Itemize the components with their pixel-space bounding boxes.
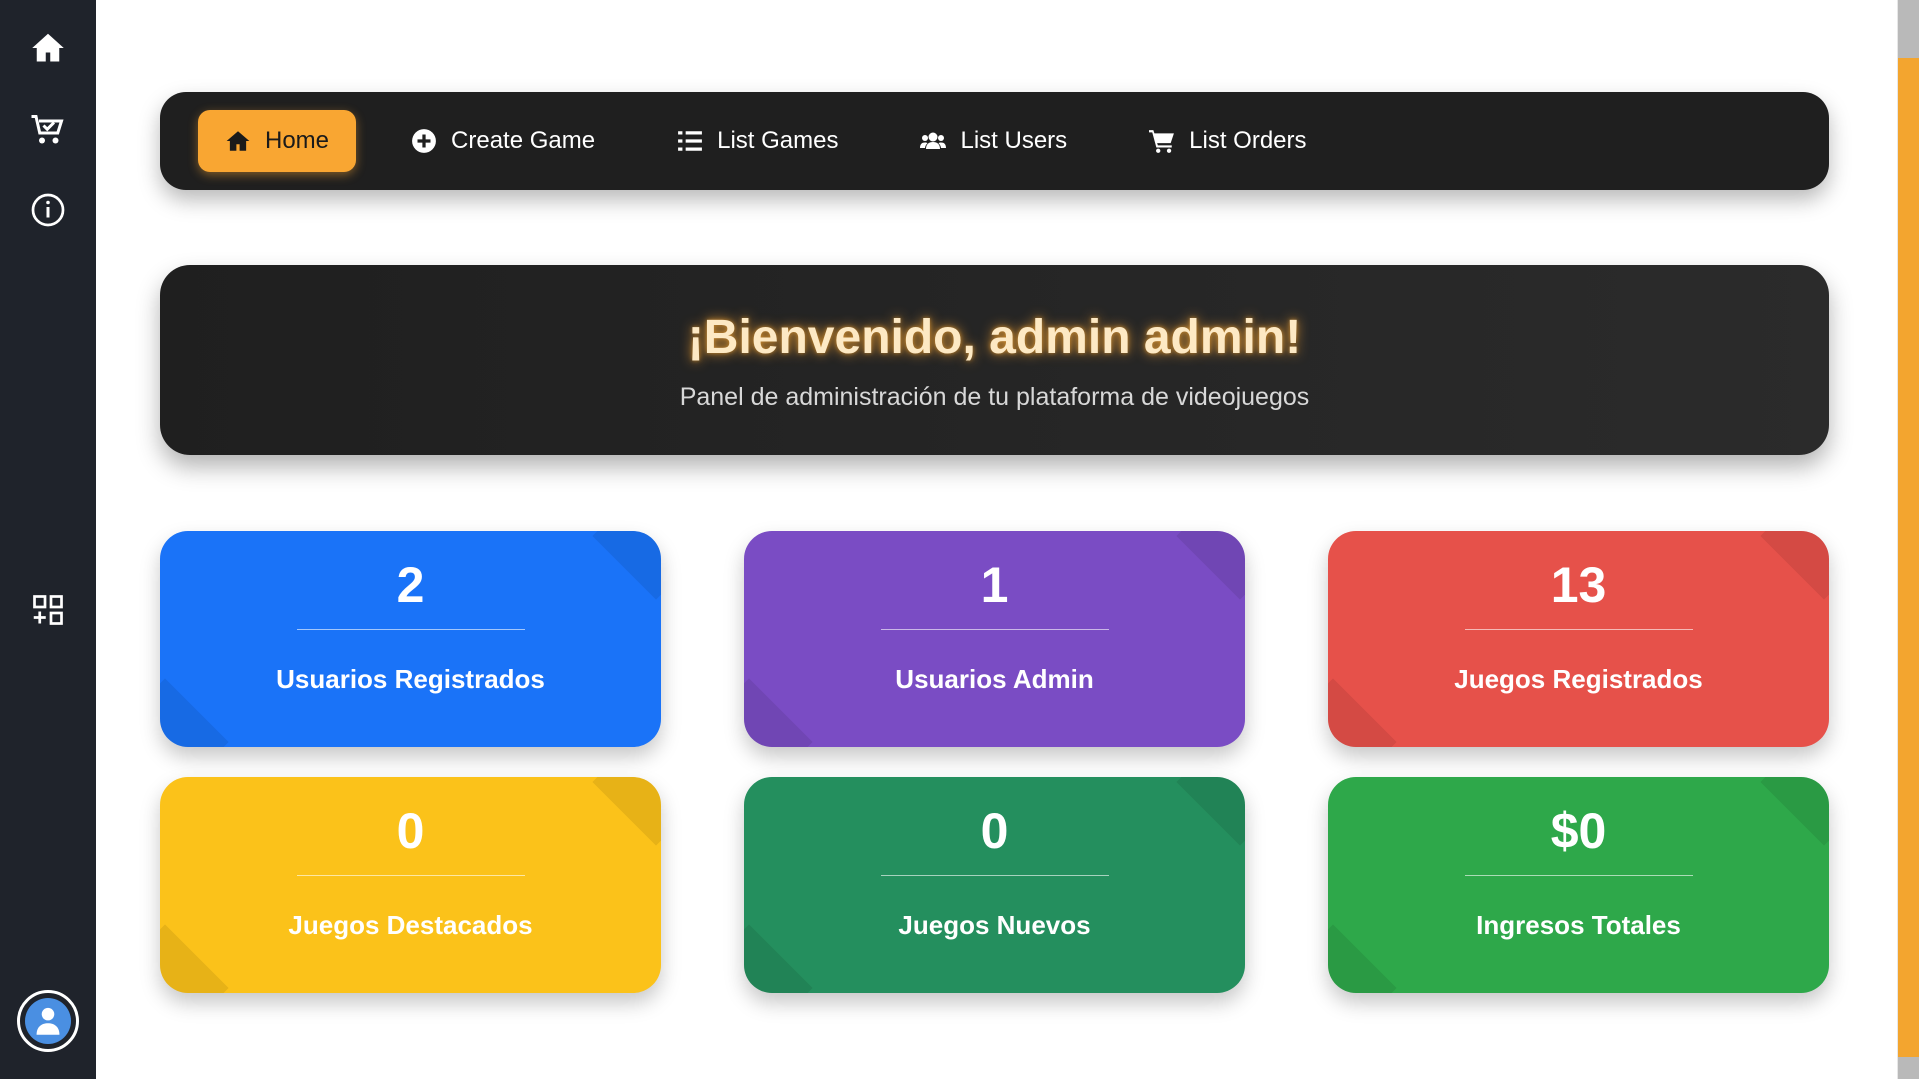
grid-plus-icon (33, 595, 63, 625)
home-icon (32, 33, 64, 62)
users-icon (920, 132, 947, 149)
welcome-title: ¡Bienvenido, admin admin! (687, 311, 1302, 364)
plus-circle-icon (412, 129, 436, 153)
stat-divider (296, 875, 525, 876)
nav-label: List Orders (1189, 127, 1307, 154)
stat-value: 1 (980, 557, 1009, 613)
cart-check-icon (31, 115, 64, 144)
stat-card-registered-users: 2 Usuarios Registrados (160, 531, 661, 747)
stat-label: Ingresos Totales (1476, 910, 1681, 940)
user-avatar-button[interactable] (17, 990, 79, 1052)
user-avatar-icon (25, 998, 71, 1044)
stat-value: 0 (396, 803, 425, 859)
stat-label: Usuarios Registrados (276, 664, 545, 694)
list-icon (678, 131, 703, 151)
stat-divider (1464, 875, 1693, 876)
stat-card-featured-games: 0 Juegos Destacados (160, 777, 661, 993)
stat-card-admin-users: 1 Usuarios Admin (744, 531, 1245, 747)
stat-divider (296, 629, 525, 630)
stat-divider (880, 629, 1109, 630)
stat-card-new-games: 0 Juegos Nuevos (744, 777, 1245, 993)
nav-create-game[interactable]: Create Game (384, 110, 622, 172)
scrollbar[interactable] (1898, 0, 1919, 1079)
stat-divider (1464, 629, 1693, 630)
sidebar (0, 0, 96, 1079)
welcome-banner: ¡Bienvenido, admin admin! Panel de admin… (160, 265, 1829, 455)
nav-label: List Games (717, 127, 839, 154)
info-icon (31, 193, 65, 227)
welcome-subtitle: Panel de administración de tu plataforma… (679, 383, 1310, 411)
stat-label: Juegos Nuevos (898, 910, 1091, 940)
nav-label: Create Game (451, 127, 596, 154)
nav-label: Home (265, 127, 330, 154)
stat-label: Usuarios Admin (895, 664, 1094, 694)
stat-label: Juegos Destacados (288, 910, 533, 940)
stat-value: 0 (980, 803, 1009, 859)
nav-list-users[interactable]: List Users (893, 110, 1094, 172)
scrollbar-up[interactable] (1898, 0, 1919, 58)
nav-label: List Users (960, 127, 1068, 154)
nav-home[interactable]: Home (198, 110, 357, 172)
nav-list-orders[interactable]: List Orders (1122, 110, 1333, 172)
stat-card-registered-games: 13 Juegos Registrados (1328, 531, 1829, 747)
sidebar-cart-button[interactable] (24, 106, 72, 154)
stat-value: 2 (396, 557, 425, 613)
sidebar-info-button[interactable] (24, 186, 72, 234)
scrollbar-down[interactable] (1898, 1057, 1919, 1079)
nav-list-games[interactable]: List Games (650, 110, 865, 172)
sidebar-home-button[interactable] (24, 24, 72, 72)
stat-label: Juegos Registrados (1454, 664, 1703, 694)
cart-icon (1149, 130, 1175, 153)
sidebar-grid-button[interactable] (24, 586, 72, 634)
top-navigation: Home Create Game List Games List Users L… (160, 92, 1829, 190)
stat-divider (880, 875, 1109, 876)
home-icon (226, 131, 250, 151)
stat-value: 13 (1550, 557, 1607, 613)
stat-value: $0 (1550, 803, 1607, 859)
stat-card-total-revenue: $0 Ingresos Totales (1328, 777, 1829, 993)
